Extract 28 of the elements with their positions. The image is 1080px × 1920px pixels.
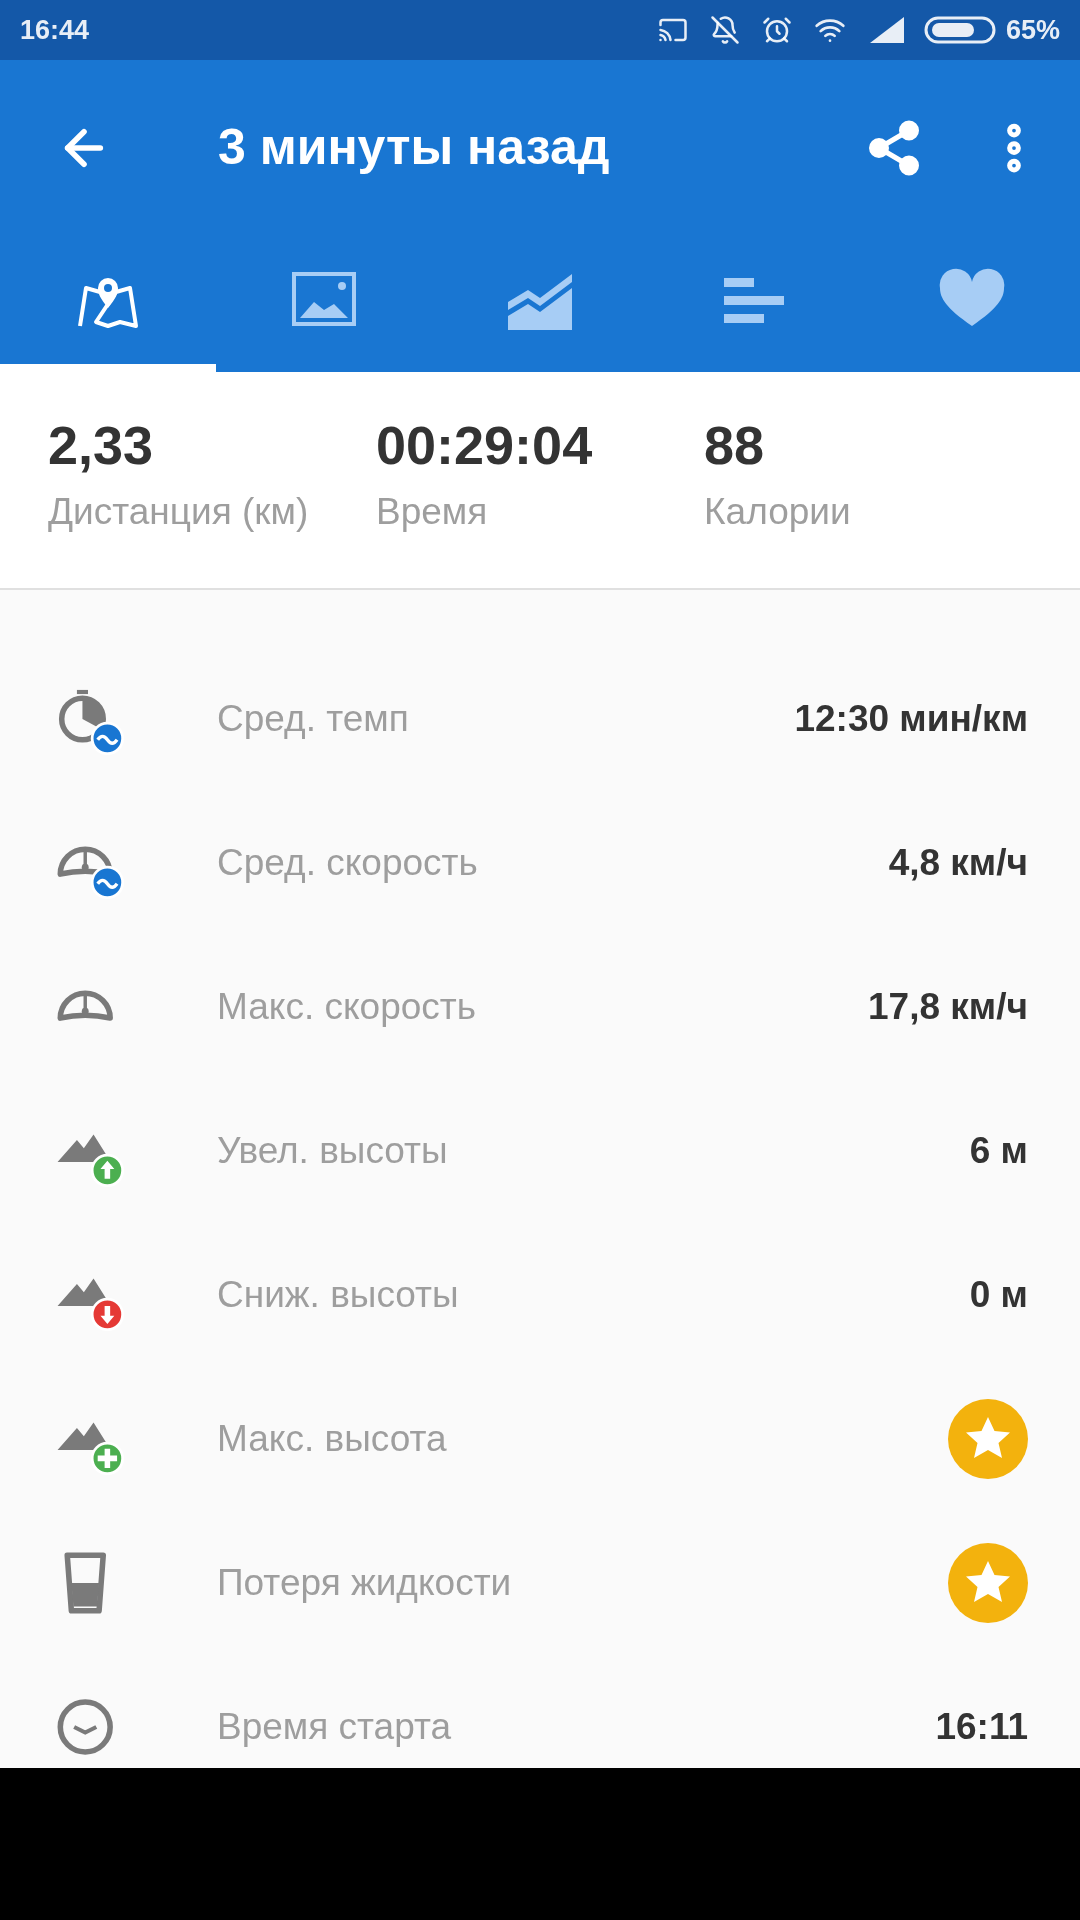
- stat-value: 6 м: [969, 1129, 1028, 1174]
- stat-label: Сниж. высоты: [217, 1273, 460, 1318]
- stat-value: 17,8 км/ч: [868, 985, 1028, 1030]
- summary-label: Время: [376, 490, 489, 534]
- stat-value: 16:11: [935, 1705, 1028, 1750]
- stat-value: 4,8 км/ч: [888, 841, 1028, 886]
- star-badge-icon: [948, 1399, 1028, 1479]
- summary-value: 88: [704, 418, 766, 472]
- battery-percent: 65%: [1005, 13, 1060, 47]
- stat-label: Сред. темп: [217, 697, 410, 742]
- summary-label: Дистанция (км): [48, 490, 310, 534]
- stat-label: Сред. скорость: [217, 841, 479, 886]
- stat-label: Макс. скорость: [217, 985, 478, 1030]
- summary-value: 00:29:04: [376, 418, 594, 472]
- screen-title: 3 минуты назад: [218, 118, 610, 177]
- stat-label: Макс. высота: [217, 1417, 448, 1462]
- bell-off-icon: [709, 15, 740, 45]
- status-time: 16:44: [20, 13, 90, 47]
- stat-label: Увел. высоты: [217, 1129, 449, 1174]
- star-badge-icon: [948, 1543, 1028, 1623]
- stat-value: 0 м: [969, 1273, 1028, 1318]
- stat-label: Время старта: [217, 1705, 453, 1750]
- summary-value: 2,33: [48, 418, 155, 472]
- battery-icon: [923, 15, 996, 45]
- alarm-icon: [761, 15, 792, 45]
- summary-label: Калории: [704, 490, 852, 534]
- stat-label: Потеря жидкости: [217, 1561, 513, 1606]
- stat-value: 12:30 мин/км: [794, 697, 1028, 742]
